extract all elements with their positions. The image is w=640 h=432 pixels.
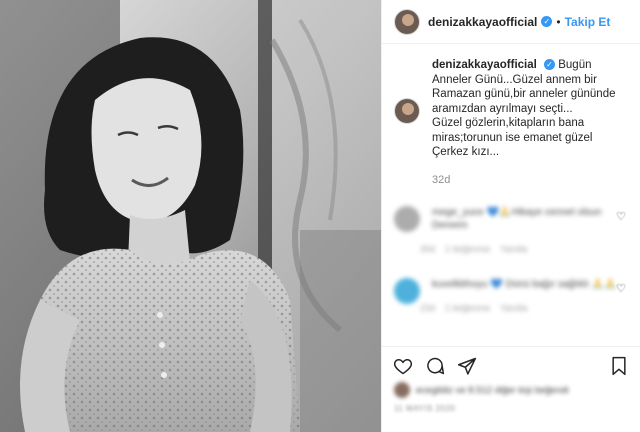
profile-avatar[interactable] <box>394 8 420 35</box>
bookmark-icon[interactable] <box>608 355 630 377</box>
liker-avatar <box>394 382 410 398</box>
caption-block: denizakkayaofficial ✓ Bugün Anneler Günü… <box>382 44 640 160</box>
comment-heart-icon[interactable]: ♡ <box>616 282 626 295</box>
post-header: denizakkayaofficial ✓ • Takip Et <box>382 0 640 44</box>
caption-time[interactable]: 32d <box>432 174 640 186</box>
comment-text: mege_yuce 💙🙏Hikaye cennet olsun Dereem <box>432 207 602 231</box>
comment-meta: 23d 1 beğenme Yanıtla <box>420 303 617 313</box>
likes-summary[interactable]: ecegildiz ve 8.512 diğer kişi beğendi <box>394 382 569 398</box>
caption-username[interactable]: denizakkayaofficial <box>432 59 537 71</box>
verified-badge-icon: ✓ <box>544 59 556 71</box>
post-side-panel: denizakkayaofficial ✓ • Takip Et denizak… <box>381 0 640 432</box>
comment-meta: 30d 1 beğenme Yanıtla <box>420 244 634 254</box>
vintage-portrait-image <box>0 0 381 432</box>
comment-avatar[interactable] <box>394 206 420 232</box>
heart-icon[interactable] <box>392 355 414 377</box>
instagram-post: denizakkayaofficial ✓ • Takip Et denizak… <box>0 0 640 432</box>
verified-badge-icon: ✓ <box>541 16 553 27</box>
comment-heart-icon[interactable]: ♡ <box>616 210 626 223</box>
comment-text: kuvelkbhoyu 💙 Dünü bağır sağlıklı 🙏🙏 <box>432 279 617 290</box>
reply-button[interactable]: Yanıtla <box>500 303 527 313</box>
action-bar <box>382 346 640 382</box>
reply-button[interactable]: Yanıtla <box>500 244 527 254</box>
comment-item: kuvelkbhoyu 💙 Dünü bağır sağlıklı 🙏🙏 23d… <box>394 278 634 313</box>
comment-likes[interactable]: 1 beğenme <box>445 244 490 254</box>
post-date[interactable]: 11 MAYIS 2020 <box>394 404 455 413</box>
comment-item: mege_yuce 💙🙏Hikaye cennet olsun Dereem 3… <box>394 206 634 254</box>
comment-avatar[interactable] <box>394 278 420 304</box>
comment-likes[interactable]: 1 beğenme <box>445 303 490 313</box>
likes-text: ecegildiz ve 8.512 diğer kişi beğendi <box>416 384 569 396</box>
comment-time[interactable]: 23d <box>420 303 435 313</box>
header-username[interactable]: denizakkayaofficial <box>428 15 537 29</box>
paper-plane-icon[interactable] <box>456 355 478 377</box>
caption-line-2: Güzel gözlerin,kitapların bana miras;tor… <box>432 117 593 158</box>
caption-avatar[interactable] <box>394 98 420 124</box>
comment-time[interactable]: 30d <box>420 244 435 254</box>
caption-text: denizakkayaofficial ✓ Bugün Anneler Günü… <box>432 58 628 160</box>
header-separator: • <box>556 14 561 29</box>
follow-button[interactable]: Takip Et <box>565 15 611 29</box>
comment-bubble-icon[interactable] <box>424 355 446 377</box>
post-photo[interactable] <box>0 0 381 432</box>
